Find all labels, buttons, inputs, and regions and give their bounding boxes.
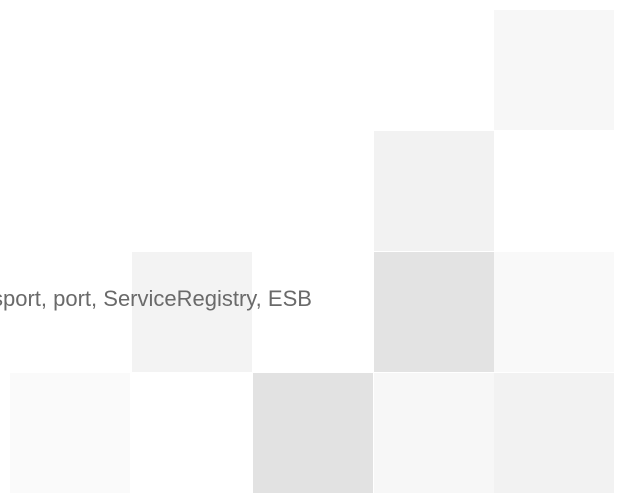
background-tile [132,252,252,372]
background-tile [374,252,494,372]
background-tile [253,373,373,493]
background-tile [494,252,614,372]
background-tile [494,373,614,493]
keywords-text: sport, port, ServiceRegistry, ESB [0,286,312,311]
page: { "keywords_text": "sport, port, Service… [0,0,620,493]
background-tile [374,131,494,251]
background-tile [494,10,614,130]
background-tile [10,373,130,493]
background-tile [374,373,494,493]
